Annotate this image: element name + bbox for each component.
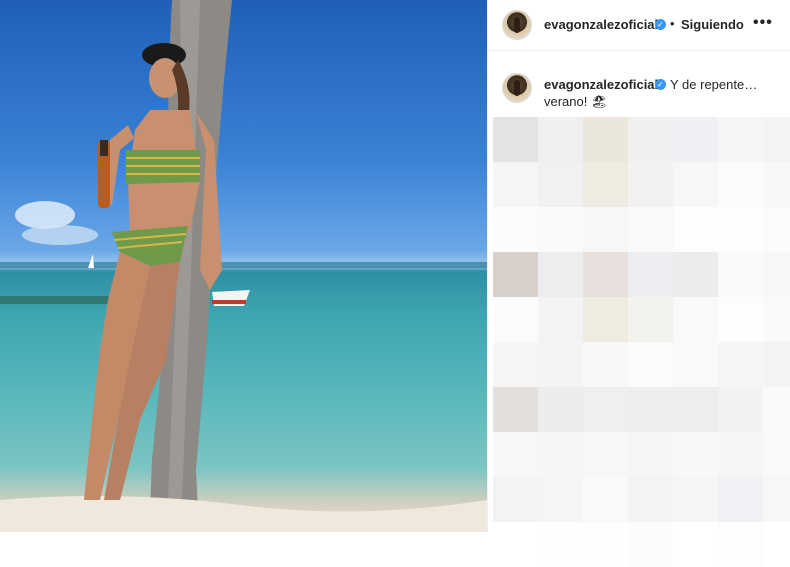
avatar[interactable]	[502, 10, 532, 40]
blurred-comment-tile	[673, 162, 718, 207]
blurred-comment-tile	[538, 522, 583, 567]
blurred-comment-tile	[493, 522, 538, 567]
blurred-comment-tile	[583, 252, 628, 297]
caption-text-line2: verano! 🏖	[544, 94, 608, 109]
blurred-comment-tile	[763, 117, 790, 162]
blurred-comment-tile	[628, 342, 673, 387]
blurred-comment-tile	[718, 207, 763, 252]
blurred-comment-tile	[493, 432, 538, 477]
blurred-comment-tile	[583, 207, 628, 252]
blurred-comment-tile	[718, 252, 763, 297]
more-horizontal-icon[interactable]: •••	[753, 14, 773, 32]
blurred-comment-tile	[493, 342, 538, 387]
blurred-comment-tile	[583, 297, 628, 342]
blurred-comment-tile	[628, 522, 673, 567]
blurred-comment-tile	[538, 117, 583, 162]
blurred-comment-tile	[538, 297, 583, 342]
blurred-comment-tile	[628, 162, 673, 207]
caption-verified-badge-icon: ✓	[655, 79, 666, 90]
blurred-comment-tile	[673, 432, 718, 477]
blurred-comment-tile	[763, 342, 790, 387]
blurred-comment-tile	[538, 342, 583, 387]
blurred-comment-tile	[718, 387, 763, 432]
caption-text-line1: Y de repente…	[670, 77, 758, 92]
blurred-comment-tile	[673, 117, 718, 162]
blurred-comment-tile	[673, 297, 718, 342]
blurred-comment-tile	[673, 342, 718, 387]
blurred-comment-tile	[493, 252, 538, 297]
blurred-comment-tile	[493, 207, 538, 252]
blurred-comments-area	[493, 117, 790, 567]
post-side-panel: evagonzalezoficial ✓ • Siguiendo ••• eva…	[487, 0, 790, 567]
blurred-comment-tile	[538, 162, 583, 207]
verified-badge-icon: ✓	[655, 19, 666, 30]
blurred-comment-tile	[583, 342, 628, 387]
blurred-comment-tile	[493, 162, 538, 207]
beach-photo-illustration	[0, 0, 487, 532]
blurred-comment-tile	[673, 207, 718, 252]
blurred-comment-tile	[673, 477, 718, 522]
blurred-comment-tile	[628, 252, 673, 297]
blurred-comment-tile	[718, 432, 763, 477]
blurred-comment-tile	[763, 432, 790, 477]
blurred-comment-tile	[583, 162, 628, 207]
blurred-comment-tile	[718, 477, 763, 522]
blurred-comment-tile	[583, 477, 628, 522]
blurred-comment-tile	[628, 297, 673, 342]
blurred-comment-tile	[673, 387, 718, 432]
blurred-comment-tile	[538, 252, 583, 297]
blurred-comment-tile	[763, 297, 790, 342]
blurred-comment-tile	[718, 117, 763, 162]
blurred-comment-tile	[493, 297, 538, 342]
caption-avatar[interactable]	[502, 73, 532, 103]
blurred-comment-tile	[583, 387, 628, 432]
blurred-comment-tile	[763, 162, 790, 207]
blurred-comment-tile	[538, 477, 583, 522]
blurred-comment-tile	[583, 117, 628, 162]
blurred-comment-tile	[628, 387, 673, 432]
blurred-comment-tile	[763, 387, 790, 432]
blurred-comment-tile	[628, 477, 673, 522]
blurred-comment-tile	[628, 207, 673, 252]
blurred-comment-tile	[493, 387, 538, 432]
caption-username-link[interactable]: evagonzalezoficial	[544, 77, 658, 92]
blurred-comment-tile	[718, 342, 763, 387]
following-button[interactable]: Siguiendo	[681, 17, 744, 32]
blurred-comment-tile	[718, 162, 763, 207]
blurred-comment-tile	[763, 252, 790, 297]
blurred-comment-tile	[538, 207, 583, 252]
post-header: evagonzalezoficial ✓ • Siguiendo •••	[488, 0, 790, 51]
blurred-comment-tile	[493, 477, 538, 522]
blurred-comment-tile	[583, 432, 628, 477]
blurred-comment-tile	[538, 387, 583, 432]
blurred-comment-tile	[763, 477, 790, 522]
separator-dot: •	[670, 16, 675, 31]
blurred-comment-tile	[718, 297, 763, 342]
blurred-comment-tile	[628, 432, 673, 477]
blurred-comment-tile	[718, 522, 763, 567]
blurred-comment-tile	[673, 522, 718, 567]
blurred-comment-tile	[628, 117, 673, 162]
blurred-comment-tile	[673, 252, 718, 297]
blurred-comment-tile	[538, 432, 583, 477]
username-link[interactable]: evagonzalezoficial	[544, 17, 658, 32]
blurred-comment-tile	[583, 522, 628, 567]
blurred-comment-tile	[763, 522, 790, 567]
blurred-comment-tile	[763, 207, 790, 252]
post-photo[interactable]	[0, 0, 487, 532]
blurred-comment-tile	[493, 117, 538, 162]
